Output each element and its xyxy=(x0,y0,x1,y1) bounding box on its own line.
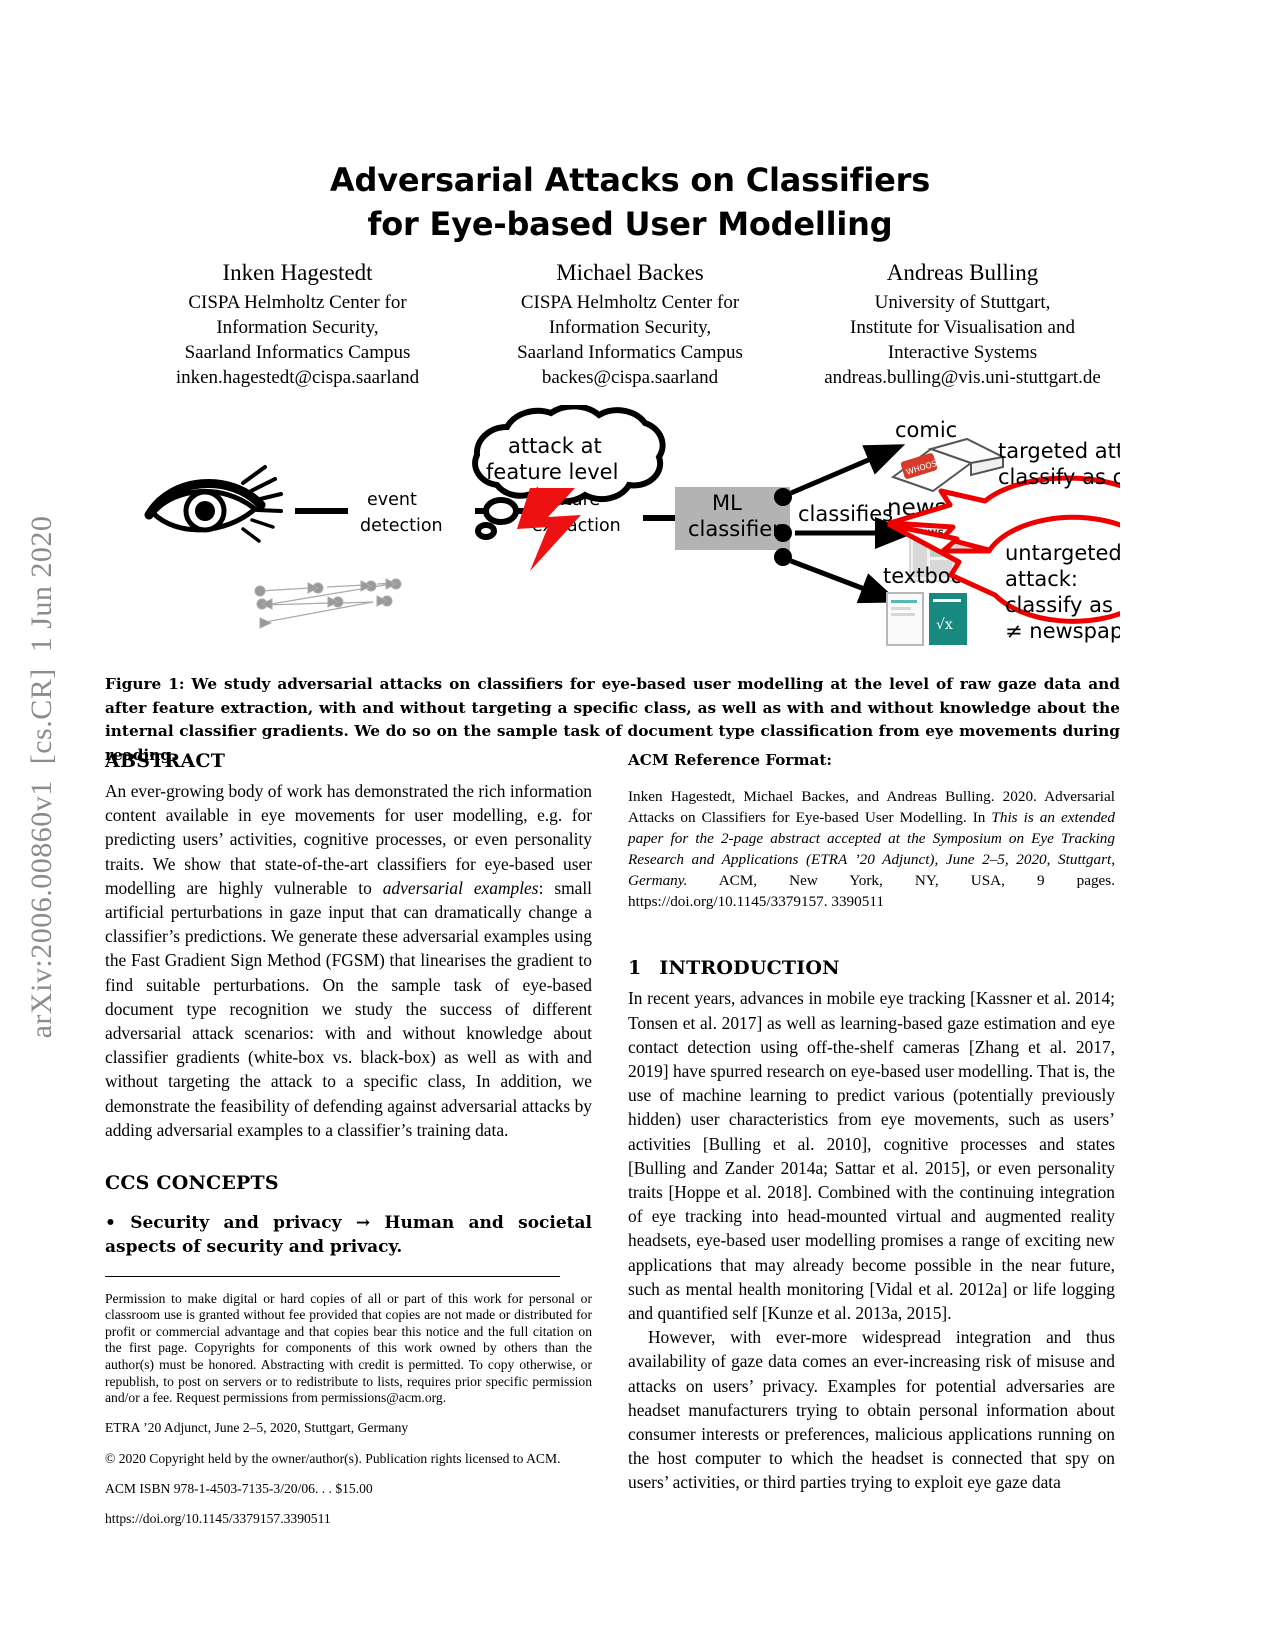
ccs-concept: • Security and privacy → Human and socie… xyxy=(105,1213,592,1258)
author-email: inken.hagestedt@cispa.saarland xyxy=(175,367,420,388)
ccs-text: • Security and privacy → Human and socie… xyxy=(105,1211,592,1259)
isbn-line: ACM ISBN 978-1-4503-7135-3/20/06. . . $1… xyxy=(105,1480,373,1496)
arxiv-stamp: arXiv:2006.00860v1 [cs.CR] 1 Jun 2020 xyxy=(25,515,58,1039)
svg-text:≠ newspaper: ≠ newspaper xyxy=(1005,619,1120,643)
author-email: backes@cispa.saarland xyxy=(541,367,719,388)
permission-notice: Permission to make digital or hard copie… xyxy=(105,1290,592,1406)
output-node xyxy=(774,548,792,566)
left-column: ABSTRACT An ever-growing body of work ha… xyxy=(105,750,592,1541)
svg-text:attack at: attack at xyxy=(508,434,602,458)
svg-text:attack:: attack: xyxy=(1005,567,1078,591)
author-affiliation-line: Information Security, xyxy=(548,317,712,338)
gaze-scanpath-icon xyxy=(254,578,402,629)
abstract-italic-term: adversarial examples xyxy=(382,877,539,898)
author-name: Michael Backes xyxy=(556,260,704,285)
svg-text:comic: comic xyxy=(895,418,957,442)
author-affiliation-line: CISPA Helmholtz Center for xyxy=(188,292,407,313)
acm-reference-heading: ACM Reference Format: xyxy=(628,751,832,769)
svg-text:classifier: classifier xyxy=(688,517,781,541)
author-2: Michael Backes CISPA Helmholtz Center fo… xyxy=(473,258,788,390)
venue-line: ETRA ’20 Adjunct, June 2–5, 2020, Stuttg… xyxy=(105,1420,409,1436)
author-affiliation-line: Saarland Informatics Campus xyxy=(184,342,411,363)
abstract-text: An ever-growing body of work has demonst… xyxy=(105,779,592,1142)
comic-book-icon: WHOOSH! xyxy=(890,437,1007,493)
svg-text:ML: ML xyxy=(712,491,742,515)
svg-text:feature level: feature level xyxy=(486,460,618,484)
author-affiliation-line: CISPA Helmholtz Center for xyxy=(520,292,740,313)
figure-1-pipeline-diagram: event detection feature extraction attac… xyxy=(105,405,1120,660)
textbook-icon: √x xyxy=(886,592,967,646)
svg-text:classify as: classify as xyxy=(1005,593,1113,617)
acm-reference-text: Inken Hagestedt, Michael Backes, and And… xyxy=(628,786,1115,912)
author-name: Inken Hagestedt xyxy=(222,260,373,285)
eye-icon xyxy=(144,465,283,543)
paper-page: arXiv:2006.00860v1 [cs.CR] 1 Jun 2020 Ad… xyxy=(0,0,1275,1651)
author-3: Andreas Bulling University of Stuttgart,… xyxy=(805,258,1120,390)
title-line-1: Adversarial Attacks on Classifiers xyxy=(329,161,931,199)
svg-text:event: event xyxy=(367,490,417,510)
copyright-line: © 2020 Copyright held by the owner/autho… xyxy=(105,1450,561,1466)
introduction-paragraph-2: However, with ever-more widespread integ… xyxy=(628,1327,1115,1493)
right-column: ACM Reference Format: Inken Hagestedt, M… xyxy=(628,750,1115,1495)
svg-text:√x: √x xyxy=(936,617,953,633)
author-email: andreas.bulling@vis.uni-stuttgart.de xyxy=(824,367,1101,388)
svg-text:detection: detection xyxy=(360,516,443,536)
ccs-period: . xyxy=(396,1237,403,1258)
author-1: Inken Hagestedt CISPA Helmholtz Center f… xyxy=(140,258,455,390)
abstract-part-2: : small artificial perturbations in gaze… xyxy=(105,877,592,1140)
author-block: Inken Hagestedt CISPA Helmholtz Center f… xyxy=(140,258,1120,390)
ccs-heading: CCS CONCEPTS xyxy=(105,1172,279,1195)
author-affiliation-line: University of Stuttgart, xyxy=(874,292,1051,313)
introduction-paragraph-1: In recent years, advances in mobile eye … xyxy=(628,988,1115,1324)
introduction-heading: 1 INTRODUCTION xyxy=(628,957,1115,979)
author-affiliation-line: Saarland Informatics Campus xyxy=(517,342,743,363)
author-affiliation-line: Institute for Visualisation and xyxy=(850,317,1075,338)
svg-text:classify as comic: classify as comic xyxy=(998,465,1120,489)
acm-ref-part-2: ACM, New York, NY, USA, 9 pages. https:/… xyxy=(628,872,1115,911)
author-affiliation-line: Information Security, xyxy=(216,317,379,338)
svg-text:targeted attack:: targeted attack: xyxy=(998,439,1120,463)
abstract-heading: ABSTRACT xyxy=(105,750,226,772)
doi-link[interactable]: https://doi.org/10.1145/3379157.3390511 xyxy=(105,1511,592,1528)
footnote-divider xyxy=(105,1276,560,1278)
section-title: INTRODUCTION xyxy=(659,957,840,980)
title-line-2: for Eye-based User Modelling xyxy=(367,205,893,243)
author-affiliation-line: Interactive Systems xyxy=(887,342,1038,363)
page-title: Adversarial Attacks on Classifiers for E… xyxy=(140,158,1120,246)
section-number: 1 xyxy=(628,957,642,980)
svg-text:untargeted: untargeted xyxy=(1005,541,1120,565)
output-node xyxy=(774,524,792,542)
output-node xyxy=(774,488,792,506)
svg-text:classifies: classifies xyxy=(798,502,893,526)
author-name: Andreas Bulling xyxy=(886,260,1039,285)
